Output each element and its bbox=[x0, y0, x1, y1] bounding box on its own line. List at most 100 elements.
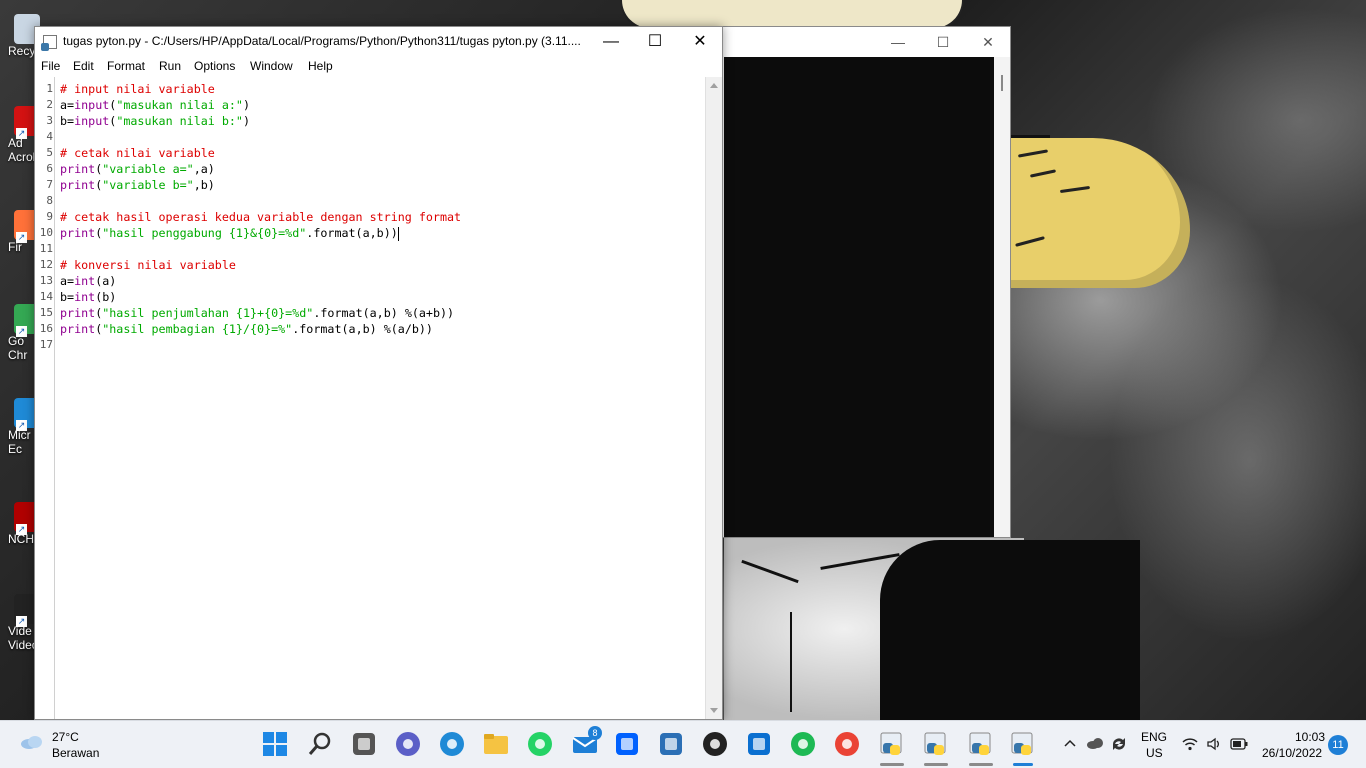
python-icon[interactable] bbox=[921, 729, 951, 759]
code-token-plain: (a) bbox=[95, 274, 117, 288]
code-token-string: "variable a=" bbox=[102, 162, 194, 176]
python-file-icon-glyph bbox=[1011, 732, 1033, 755]
running-app-indicator bbox=[880, 763, 904, 766]
speaker-icon[interactable] bbox=[1206, 737, 1222, 751]
onedrive-cloud-icon[interactable] bbox=[1086, 737, 1104, 749]
scroll-up-arrow-icon[interactable] bbox=[710, 83, 718, 88]
code-token-string: "masukan nilai a:" bbox=[116, 98, 243, 112]
spotify-icon[interactable] bbox=[788, 729, 818, 759]
shortcut-arrow-icon: ↗ bbox=[16, 232, 27, 243]
console-close-button[interactable]: ✕ bbox=[973, 31, 1003, 53]
search-icon[interactable] bbox=[305, 729, 335, 759]
dropbox-icon-glyph bbox=[616, 733, 638, 755]
edge-icon-glyph bbox=[440, 732, 464, 756]
code-token-plain: ) bbox=[242, 114, 251, 128]
code-line[interactable]: print("hasil penggabung {1}&{0}=%d".form… bbox=[60, 225, 399, 241]
console-maximize-button[interactable]: ☐ bbox=[928, 31, 958, 53]
hp-icon-glyph bbox=[748, 733, 770, 755]
code-token-plain: b= bbox=[60, 114, 75, 128]
code-line[interactable]: print("variable b=",b) bbox=[60, 177, 215, 193]
line-number: 5 bbox=[46, 146, 53, 159]
line-number: 8 bbox=[46, 194, 53, 207]
news-icon-glyph bbox=[660, 733, 682, 755]
code-line[interactable]: # konversi nilai variable bbox=[60, 257, 236, 273]
console-titlebar[interactable]: — ☐ ✕ bbox=[723, 27, 1010, 57]
keyboard-layout[interactable]: US bbox=[1146, 746, 1163, 760]
weather-description[interactable]: Berawan bbox=[52, 746, 99, 760]
code-token-builtin: print bbox=[60, 322, 96, 336]
menu-file[interactable]: File bbox=[41, 59, 60, 73]
chevron-up-icon[interactable] bbox=[1064, 739, 1076, 747]
code-line[interactable]: b=int(b) bbox=[60, 289, 116, 305]
code-token-string: "hasil pembagian {1}/{0}=%" bbox=[102, 322, 293, 336]
console-minimize-button[interactable]: — bbox=[883, 31, 913, 53]
menu-run[interactable]: Run bbox=[159, 59, 181, 73]
code-token-builtin: input bbox=[74, 114, 110, 128]
code-line[interactable]: print("hasil penjumlahan {1}+{0}=%d".for… bbox=[60, 305, 454, 321]
console-output[interactable] bbox=[724, 57, 995, 537]
task-view-icon[interactable] bbox=[349, 729, 379, 759]
editor-vertical-scrollbar[interactable] bbox=[705, 77, 722, 719]
windows-start-icon-glyph bbox=[263, 732, 287, 756]
shortcut-arrow-icon: ↗ bbox=[16, 128, 27, 139]
maximize-button[interactable]: ☐ bbox=[632, 27, 678, 57]
console-window[interactable]: — ☐ ✕ bbox=[722, 26, 1011, 538]
code-token-builtin: print bbox=[60, 226, 96, 240]
menu-format[interactable]: Format bbox=[107, 59, 145, 73]
code-line[interactable]: # cetak nilai variable bbox=[60, 145, 215, 161]
battery-icon[interactable] bbox=[1230, 738, 1248, 750]
minimize-button[interactable]: — bbox=[588, 27, 634, 57]
code-line[interactable]: print("hasil pembagian {1}/{0}=%".format… bbox=[60, 321, 433, 337]
whatsapp-icon[interactable] bbox=[525, 729, 555, 759]
edge-icon[interactable] bbox=[437, 729, 467, 759]
code-token-comment: # cetak hasil operasi kedua variable den… bbox=[60, 210, 462, 224]
meet-icon[interactable] bbox=[393, 729, 423, 759]
code-line[interactable]: # cetak hasil operasi kedua variable den… bbox=[60, 209, 461, 225]
notification-badge[interactable]: 11 bbox=[1328, 735, 1348, 755]
chrome-icon[interactable] bbox=[832, 729, 862, 759]
code-editor-area[interactable]: # input nilai variable a=input("masukan n… bbox=[55, 77, 705, 719]
news-icon[interactable] bbox=[656, 729, 686, 759]
close-button[interactable]: ✕ bbox=[677, 27, 723, 57]
taskbar: 27°C Berawan 8 ENG US 10:03 26/10/2022 1… bbox=[0, 720, 1366, 768]
menu-window[interactable]: Window bbox=[250, 59, 293, 73]
console-scrollbar[interactable] bbox=[994, 57, 1010, 537]
code-line[interactable]: a=int(a) bbox=[60, 273, 116, 289]
menu-edit[interactable]: Edit bbox=[73, 59, 94, 73]
menu-options[interactable]: Options bbox=[194, 59, 235, 73]
code-token-builtin: int bbox=[74, 290, 96, 304]
line-number: 4 bbox=[46, 130, 53, 143]
hp-icon[interactable] bbox=[744, 729, 774, 759]
shield-app-icon[interactable] bbox=[700, 729, 730, 759]
wifi-icon[interactable] bbox=[1182, 737, 1198, 751]
editor-titlebar[interactable]: tugas pyton.py - C:/Users/HP/AppData/Loc… bbox=[35, 27, 722, 57]
code-line[interactable]: # input nilai variable bbox=[60, 81, 215, 97]
code-line[interactable]: a=input("masukan nilai a:") bbox=[60, 97, 250, 113]
clock-date[interactable]: 26/10/2022 bbox=[1262, 746, 1322, 760]
mail-icon[interactable]: 8 bbox=[570, 726, 602, 759]
clock-time[interactable]: 10:03 bbox=[1295, 730, 1325, 744]
shortcut-arrow-icon: ↗ bbox=[16, 616, 27, 627]
line-number: 3 bbox=[46, 114, 53, 127]
python-icon[interactable] bbox=[877, 729, 907, 759]
code-token-plain: .format(a,b)) bbox=[306, 226, 398, 240]
scroll-down-arrow-icon[interactable] bbox=[710, 708, 718, 713]
menu-help[interactable]: Help bbox=[308, 59, 333, 73]
line-number: 9 bbox=[46, 210, 53, 223]
weather-temperature[interactable]: 27°C bbox=[52, 730, 79, 744]
line-number: 16 bbox=[39, 322, 53, 335]
cloud-weather-icon[interactable] bbox=[20, 734, 44, 750]
python-file-icon[interactable] bbox=[1008, 729, 1038, 759]
code-token-string: "hasil penggabung {1}&{0}=%d" bbox=[102, 226, 307, 240]
code-line[interactable]: b=input("masukan nilai b:") bbox=[60, 113, 250, 129]
python-window-icon[interactable] bbox=[966, 729, 996, 759]
language-indicator[interactable]: ENG bbox=[1141, 730, 1167, 744]
windows-start-icon[interactable] bbox=[260, 729, 290, 759]
code-line[interactable]: print("variable a=",a) bbox=[60, 161, 215, 177]
code-token-builtin: print bbox=[60, 162, 96, 176]
sync-icon[interactable] bbox=[1110, 735, 1128, 753]
dropbox-icon[interactable] bbox=[612, 729, 642, 759]
console-scroll-thumb[interactable] bbox=[1001, 75, 1003, 91]
folder-icon[interactable] bbox=[481, 729, 511, 759]
idle-editor-window[interactable]: tugas pyton.py - C:/Users/HP/AppData/Loc… bbox=[34, 26, 723, 720]
